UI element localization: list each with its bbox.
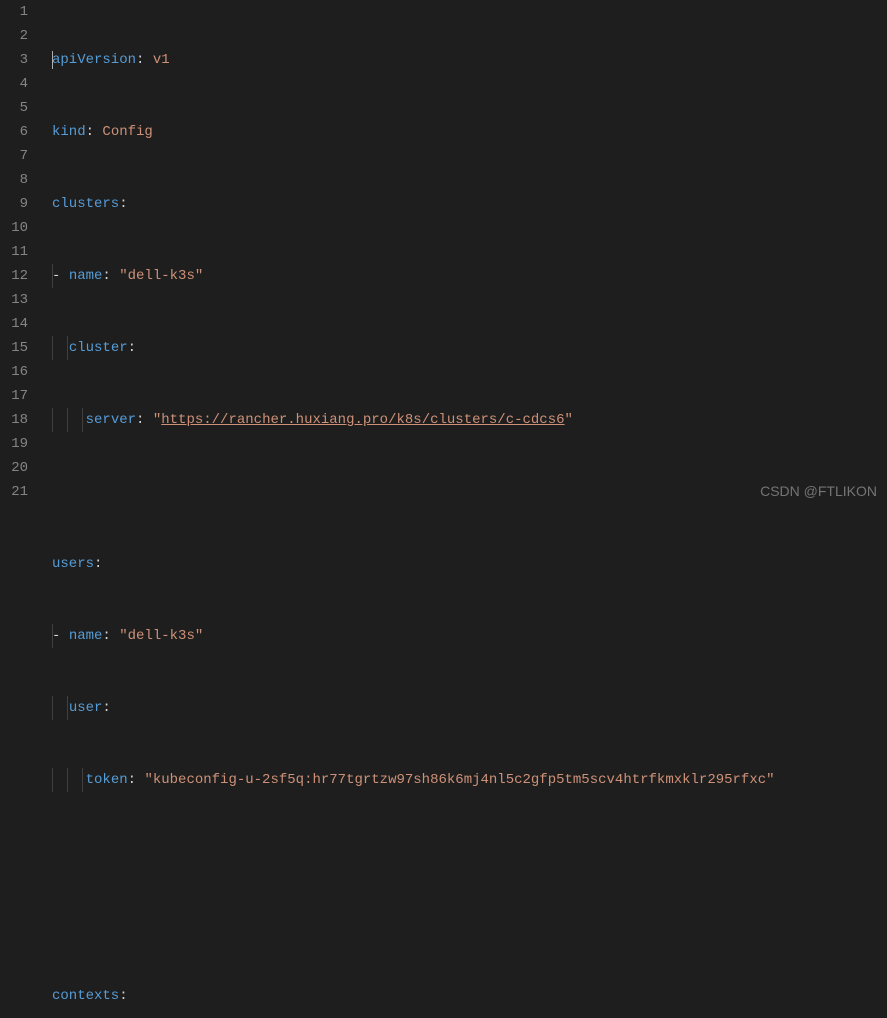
line-number: 4: [0, 72, 28, 96]
line-number: 15: [0, 336, 28, 360]
code-line[interactable]: cluster:: [52, 336, 887, 360]
line-number-gutter: 1 2 3 4 5 6 7 8 9 10 11 12 13 14 15 16 1…: [0, 0, 44, 509]
yaml-value: Config: [102, 124, 152, 140]
text-cursor: [52, 51, 53, 69]
colon: :: [128, 772, 136, 788]
yaml-key: clusters: [52, 196, 119, 212]
code-line[interactable]: - name: "dell-k3s": [52, 624, 887, 648]
line-number: 7: [0, 144, 28, 168]
line-number: 9: [0, 192, 28, 216]
yaml-key: users: [52, 556, 94, 572]
line-number: 8: [0, 168, 28, 192]
dash: -: [52, 628, 69, 644]
colon: :: [102, 700, 110, 716]
yaml-value: "kubeconfig-u-2sf5q:hr77tgrtzw97sh86k6mj…: [144, 772, 774, 788]
line-number: 14: [0, 312, 28, 336]
code-line[interactable]: token: "kubeconfig-u-2sf5q:hr77tgrtzw97s…: [52, 768, 887, 792]
colon: :: [136, 52, 144, 68]
colon: :: [86, 124, 94, 140]
code-line[interactable]: [52, 912, 887, 936]
colon: :: [136, 412, 144, 428]
dash: -: [52, 268, 69, 284]
line-number: 2: [0, 24, 28, 48]
code-line[interactable]: contexts:: [52, 984, 887, 1008]
code-line[interactable]: clusters:: [52, 192, 887, 216]
line-number: 5: [0, 96, 28, 120]
line-number: 19: [0, 432, 28, 456]
yaml-key: name: [69, 268, 103, 284]
line-number: 17: [0, 384, 28, 408]
yaml-key: name: [69, 628, 103, 644]
yaml-key: cluster: [69, 340, 128, 356]
yaml-key: user: [69, 700, 103, 716]
yaml-value: "dell-k3s": [119, 628, 203, 644]
code-line[interactable]: users:: [52, 552, 887, 576]
line-number: 3: [0, 48, 28, 72]
colon: :: [102, 628, 110, 644]
line-number: 1: [0, 0, 28, 24]
yaml-value: v1: [153, 52, 170, 68]
colon: :: [102, 268, 110, 284]
code-line[interactable]: user:: [52, 696, 887, 720]
quote: ": [565, 412, 573, 428]
colon: :: [94, 556, 102, 572]
line-number: 18: [0, 408, 28, 432]
line-number: 6: [0, 120, 28, 144]
code-line[interactable]: server: "https://rancher.huxiang.pro/k8s…: [52, 408, 887, 432]
line-number: 20: [0, 456, 28, 480]
code-line[interactable]: [52, 840, 887, 864]
code-line[interactable]: apiVersion: v1: [52, 48, 887, 72]
yaml-url-value: https://rancher.huxiang.pro/k8s/clusters…: [161, 412, 564, 428]
yaml-key: token: [86, 772, 128, 788]
code-line[interactable]: - name: "dell-k3s": [52, 264, 887, 288]
code-editor[interactable]: 1 2 3 4 5 6 7 8 9 10 11 12 13 14 15 16 1…: [0, 0, 887, 509]
line-number: 13: [0, 288, 28, 312]
yaml-key: server: [86, 412, 136, 428]
yaml-key: apiVersion: [52, 52, 136, 68]
colon: :: [128, 340, 136, 356]
yaml-value: "dell-k3s": [119, 268, 203, 284]
quote: ": [153, 412, 161, 428]
line-number: 21: [0, 480, 28, 504]
yaml-key: kind: [52, 124, 86, 140]
yaml-key: contexts: [52, 988, 119, 1004]
line-number: 11: [0, 240, 28, 264]
line-number: 16: [0, 360, 28, 384]
code-line[interactable]: kind: Config: [52, 120, 887, 144]
colon: :: [119, 988, 127, 1004]
code-area[interactable]: apiVersion: v1 kind: Config clusters: - …: [44, 0, 887, 509]
line-number: 12: [0, 264, 28, 288]
watermark-text: CSDN @FTLIKON: [760, 479, 877, 503]
line-number: 10: [0, 216, 28, 240]
colon: :: [119, 196, 127, 212]
